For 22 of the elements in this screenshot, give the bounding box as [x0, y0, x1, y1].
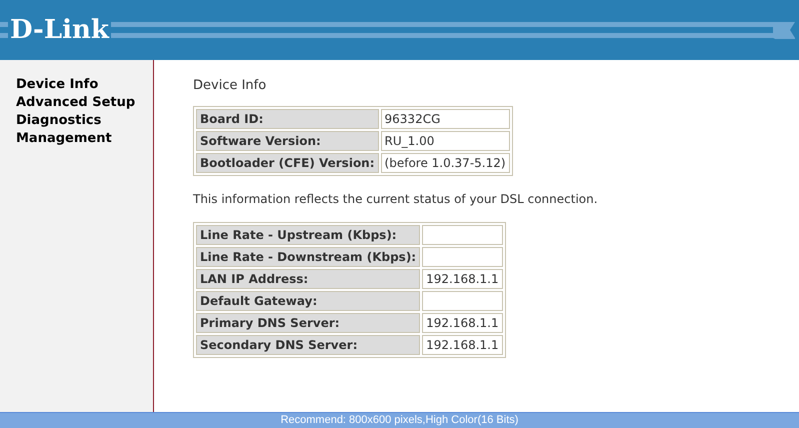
- field-value: 96332CG: [380, 108, 510, 128]
- field-label: Secondary DNS Server:: [196, 334, 420, 354]
- status-note: This information reflects the current status of your DSL connection.: [193, 190, 598, 208]
- field-label: LAN IP Address:: [196, 268, 420, 288]
- field-label: Default Gateway:: [196, 290, 420, 310]
- nav-link[interactable]: Diagnostics: [16, 112, 102, 130]
- field-label: Line Rate - Upstream (Kbps):: [196, 224, 420, 244]
- field-value: RU_1.00: [380, 130, 510, 150]
- field-value: 192.168.1.1: [422, 334, 503, 354]
- page-title: Device Info: [193, 77, 266, 95]
- field-label: Bootloader (CFE) Version:: [196, 152, 379, 172]
- field-label: Primary DNS Server:: [196, 312, 420, 332]
- field-value: (before 1.0.37-5.12): [380, 152, 510, 172]
- field-value: 192.168.1.1: [422, 312, 503, 332]
- field-value: 192.168.1.1: [422, 268, 503, 288]
- field-label: Board ID:: [196, 108, 379, 128]
- status-bar: Recommend: 800x600 pixels,High Color(16 Bits): [0, 412, 799, 428]
- nav-link[interactable]: Management: [16, 130, 112, 148]
- nav-link[interactable]: Advanced Setup: [16, 94, 136, 112]
- field-label: Line Rate - Downstream (Kbps):: [196, 246, 420, 266]
- field-label: Software Version:: [196, 130, 379, 150]
- nav-link[interactable]: Device Info: [16, 76, 98, 94]
